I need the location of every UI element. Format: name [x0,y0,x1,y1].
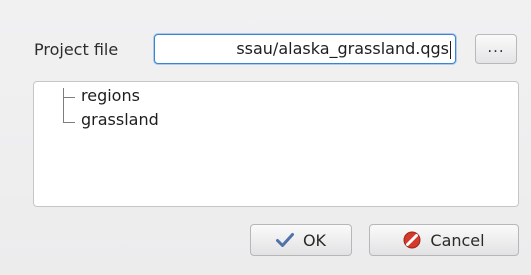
cancel-icon [403,231,421,249]
project-layer-dialog: Project file ssau/alaska_grassland.qgs .… [0,0,531,275]
layer-tree[interactable]: regions grassland [33,81,519,207]
cancel-label: Cancel [430,230,485,250]
project-file-value: ssau/alaska_grassland.qgs [236,39,449,58]
text-caret [450,40,451,59]
cancel-button[interactable]: Cancel [369,224,519,256]
browse-button[interactable]: ... [475,34,517,64]
ok-label: OK [302,230,327,250]
project-file-label: Project file [34,40,119,59]
tree-branch-vertical-line [63,88,64,122]
project-file-input[interactable]: ssau/alaska_grassland.qgs [154,34,456,64]
ok-button[interactable]: OK [250,224,352,256]
tree-item-grassland[interactable]: grassland [81,110,159,129]
tree-branch-line-grassland [63,122,75,123]
tree-branch-line-regions [63,97,75,98]
checkmark-icon [275,232,294,248]
tree-item-regions[interactable]: regions [81,86,140,105]
